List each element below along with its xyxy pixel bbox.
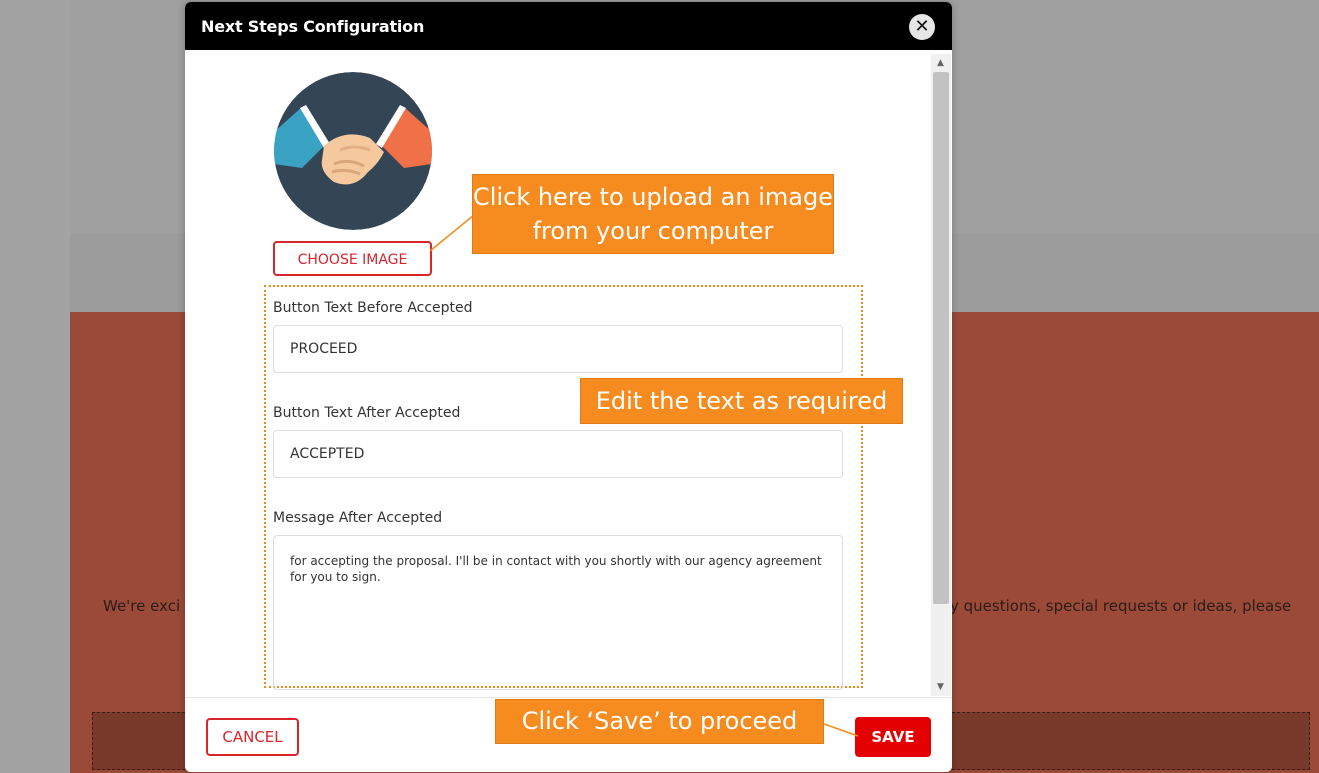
upload-callout: Click here to upload an image from your … <box>472 174 834 254</box>
save-callout: Click ‘Save’ to proceed <box>495 699 824 744</box>
edit-text-callout: Edit the text as required <box>580 378 903 424</box>
